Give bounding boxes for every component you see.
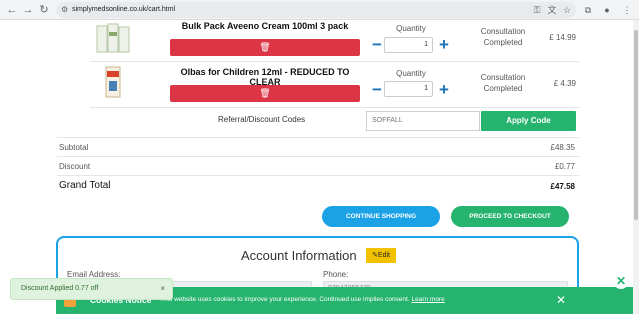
trash-icon: 🗑: [259, 88, 271, 98]
product-image: [96, 23, 130, 53]
quantity-input[interactable]: 1: [384, 81, 433, 97]
browser-toolbar: ← → ↻ ⚙ simplymedsonline.co.uk/cart.html…: [0, 0, 639, 20]
extensions-icon[interactable]: ⧉: [581, 2, 595, 18]
cart-item-row: Olbas for Children 12ml - REDUCED TO CLE…: [90, 62, 579, 108]
item-price: £ 14.99: [549, 33, 576, 42]
cart-item-row: Bulk Pack Aveeno Cream 100ml 3 pack 🗑 Qu…: [90, 20, 579, 62]
learn-more-link[interactable]: Learn more: [411, 296, 444, 303]
quantity-input[interactable]: 1: [384, 37, 433, 53]
remove-item-button[interactable]: 🗑: [170, 85, 360, 102]
edit-label: Edit: [377, 252, 390, 259]
increase-quantity-button[interactable]: +: [437, 81, 451, 98]
apply-code-button[interactable]: Apply Code: [481, 111, 576, 131]
cart-page: Bulk Pack Aveeno Cream 100ml 3 pack 🗑 Qu…: [0, 20, 633, 314]
profile-icon[interactable]: ●: [600, 2, 614, 18]
grand-total-value: £47.58: [550, 182, 575, 191]
trash-icon: 🗑: [259, 42, 271, 52]
address-bar[interactable]: ⚙ simplymedsonline.co.uk/cart.html: [56, 2, 576, 18]
phone-label: Phone:: [323, 270, 349, 279]
address-url: simplymedsonline.co.uk/cart.html: [72, 6, 176, 13]
menu-icon[interactable]: ⋮: [620, 2, 634, 18]
translate-icon[interactable]: 文: [545, 2, 559, 18]
edit-button[interactable]: ✎Edit: [366, 248, 396, 263]
quantity-label: Quantity: [396, 69, 426, 78]
product-name[interactable]: Olbas for Children 12ml - REDUCED TO CLE…: [170, 67, 360, 87]
quantity-label: Quantity: [396, 24, 426, 33]
toast-close-icon[interactable]: ×: [160, 279, 165, 299]
password-key-icon[interactable]: ⚿: [530, 2, 544, 18]
toast-message: Discount Applied 0.77 off: [21, 285, 99, 292]
scrollbar[interactable]: [633, 20, 639, 314]
reload-icon[interactable]: ↻: [36, 2, 52, 18]
cookie-message: This website uses cookies to improve you…: [160, 296, 445, 303]
subtotal-value: £48.35: [550, 143, 575, 152]
consultation-status: Consultation Completed: [480, 73, 526, 93]
discount-label: Discount: [59, 162, 91, 171]
bookmark-star-icon[interactable]: ☆: [560, 2, 574, 18]
cookie-close-icon[interactable]: ✕: [556, 292, 566, 308]
forward-icon[interactable]: →: [20, 2, 36, 18]
close-circle-icon[interactable]: ✕: [613, 273, 629, 289]
referral-label: Referral/Discount Codes: [218, 115, 306, 124]
scrollbar-thumb[interactable]: [634, 30, 638, 220]
discount-code-input[interactable]: SOFFALL: [366, 111, 480, 131]
proceed-to-checkout-button[interactable]: PROCEED TO CHECKOUT: [451, 206, 569, 227]
back-icon[interactable]: ←: [4, 2, 20, 18]
increase-quantity-button[interactable]: +: [437, 36, 451, 53]
grand-total-row: Grand Total £47.58: [57, 175, 579, 197]
subtotal-row: Subtotal £48.35: [57, 137, 579, 156]
decrease-quantity-button[interactable]: −: [370, 36, 384, 53]
decrease-quantity-button[interactable]: −: [370, 81, 384, 98]
grand-total-label: Grand Total: [59, 180, 111, 191]
product-name[interactable]: Bulk Pack Aveeno Cream 100ml 3 pack: [170, 21, 360, 31]
cookie-text: This website uses cookies to improve you…: [160, 296, 410, 303]
tune-icon[interactable]: ⚙: [61, 2, 68, 18]
account-title: Account Information: [241, 248, 357, 263]
product-image: [105, 66, 121, 98]
item-price: £ 4.39: [553, 79, 576, 88]
remove-item-button[interactable]: 🗑: [170, 39, 360, 56]
continue-shopping-button[interactable]: CONTINUE SHOPPING: [322, 206, 440, 227]
subtotal-label: Subtotal: [59, 143, 89, 152]
discount-value: £0.77: [554, 162, 575, 171]
discount-toast: Discount Applied 0.77 off ×: [10, 278, 173, 300]
discount-row: Discount £0.77: [57, 156, 579, 175]
consultation-status: Consultation Completed: [480, 27, 526, 47]
